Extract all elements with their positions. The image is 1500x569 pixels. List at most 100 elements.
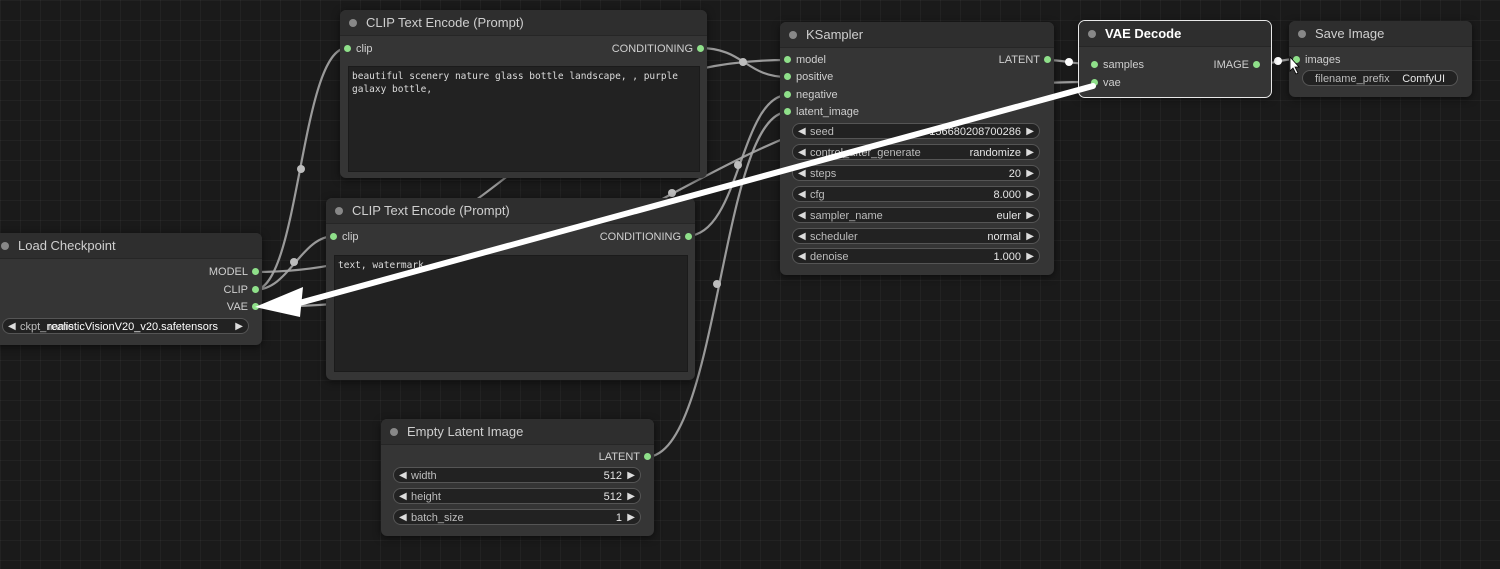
output-slot-dot[interactable] bbox=[1253, 61, 1260, 68]
input-slot-dot[interactable] bbox=[344, 45, 351, 52]
node-title-bar[interactable]: Load Checkpoint bbox=[0, 233, 262, 259]
node-title-bar[interactable]: CLIP Text Encode (Prompt) bbox=[326, 198, 695, 224]
node-title-bar[interactable]: Save Image bbox=[1289, 21, 1472, 47]
output-conditioning[interactable]: CONDITIONING bbox=[600, 229, 695, 245]
output-slot-dot[interactable] bbox=[697, 45, 704, 52]
output-model[interactable]: MODEL bbox=[209, 264, 262, 280]
save-image-node[interactable]: Save Image images filename_prefix ComfyU… bbox=[1289, 21, 1472, 97]
input-latent-image[interactable]: latent_image bbox=[780, 104, 859, 120]
input-samples[interactable]: samples bbox=[1087, 57, 1144, 73]
input-slot-dot[interactable] bbox=[1293, 56, 1300, 63]
filename-prefix-text-widget[interactable]: filename_prefix ComfyUI bbox=[1302, 70, 1458, 86]
ckpt-name-combo[interactable]: ◀ ckpt_name realisticVisionV20_v20.safet… bbox=[2, 318, 249, 334]
increment-arrow-icon[interactable]: ▶ bbox=[1026, 249, 1034, 263]
input-model[interactable]: model bbox=[780, 52, 826, 68]
increment-arrow-icon[interactable]: ▶ bbox=[1026, 208, 1034, 222]
node-collapse-dot[interactable] bbox=[789, 31, 797, 39]
height-number-widget[interactable]: ◀ height 512 ▶ bbox=[393, 488, 641, 504]
output-latent[interactable]: LATENT bbox=[999, 52, 1054, 68]
input-slot-dot[interactable] bbox=[1091, 79, 1098, 86]
decrement-arrow-icon[interactable]: ◀ bbox=[798, 124, 806, 138]
input-slot-dot[interactable] bbox=[784, 56, 791, 63]
increment-arrow-icon[interactable]: ▶ bbox=[627, 510, 635, 524]
steps-widget[interactable]: ◀ steps 20 ▶ bbox=[792, 165, 1040, 181]
node-title: Save Image bbox=[1315, 26, 1385, 41]
ksampler-node[interactable]: KSampler model positive negative latent_… bbox=[780, 22, 1054, 275]
node-title: Empty Latent Image bbox=[407, 424, 524, 439]
increment-arrow-icon[interactable]: ▶ bbox=[1026, 145, 1034, 159]
clip-text-encode-positive-node[interactable]: CLIP Text Encode (Prompt) clip CONDITION… bbox=[340, 10, 707, 178]
width-number-widget[interactable]: ◀ width 512 ▶ bbox=[393, 467, 641, 483]
input-vae[interactable]: vae bbox=[1087, 75, 1121, 91]
wire-clip-negative bbox=[253, 234, 336, 292]
decrement-arrow-icon[interactable]: ◀ bbox=[798, 208, 806, 222]
drag-arrowhead bbox=[255, 287, 303, 317]
increment-arrow-icon[interactable]: ▶ bbox=[627, 489, 635, 503]
increment-arrow-icon[interactable]: ▶ bbox=[235, 319, 243, 333]
prompt-textarea[interactable]: beautiful scenery nature glass bottle la… bbox=[348, 66, 700, 172]
decrement-arrow-icon[interactable]: ◀ bbox=[8, 319, 16, 333]
input-slot-dot[interactable] bbox=[784, 108, 791, 115]
output-slot-dot[interactable] bbox=[252, 286, 259, 293]
output-conditioning[interactable]: CONDITIONING bbox=[612, 41, 707, 57]
output-clip[interactable]: CLIP bbox=[224, 282, 262, 298]
output-slot-dot[interactable] bbox=[252, 303, 259, 310]
decrement-arrow-icon[interactable]: ◀ bbox=[399, 510, 407, 524]
output-slot-dot[interactable] bbox=[685, 233, 692, 240]
output-slot-dot[interactable] bbox=[644, 453, 651, 460]
empty-latent-image-node[interactable]: Empty Latent Image LATENT ◀ width 512 ▶ … bbox=[381, 419, 654, 536]
scheduler-widget[interactable]: ◀ scheduler normal ▶ bbox=[792, 228, 1040, 244]
node-title: VAE Decode bbox=[1105, 26, 1182, 41]
input-images[interactable]: images bbox=[1289, 52, 1340, 68]
increment-arrow-icon[interactable]: ▶ bbox=[627, 468, 635, 482]
decrement-arrow-icon[interactable]: ◀ bbox=[798, 145, 806, 159]
input-slot-dot[interactable] bbox=[1091, 61, 1098, 68]
node-title-bar[interactable]: KSampler bbox=[780, 22, 1054, 48]
node-collapse-dot[interactable] bbox=[349, 19, 357, 27]
increment-arrow-icon[interactable]: ▶ bbox=[1026, 229, 1034, 243]
input-negative[interactable]: negative bbox=[780, 87, 838, 103]
denoise-widget[interactable]: ◀ denoise 1.000 ▶ bbox=[792, 248, 1040, 264]
node-title: CLIP Text Encode (Prompt) bbox=[366, 15, 524, 30]
output-slot-dot[interactable] bbox=[252, 268, 259, 275]
vae-decode-node[interactable]: VAE Decode samples vae IMAGE bbox=[1078, 20, 1272, 98]
input-slot-dot[interactable] bbox=[784, 73, 791, 80]
output-image[interactable]: IMAGE bbox=[1214, 57, 1263, 73]
input-positive[interactable]: positive bbox=[780, 69, 833, 85]
output-latent[interactable]: LATENT bbox=[599, 449, 654, 465]
node-collapse-dot[interactable] bbox=[1, 242, 9, 250]
sampler-name-widget[interactable]: ◀ sampler_name euler ▶ bbox=[792, 207, 1040, 223]
node-collapse-dot[interactable] bbox=[335, 207, 343, 215]
decrement-arrow-icon[interactable]: ◀ bbox=[798, 249, 806, 263]
batch-size-number-widget[interactable]: ◀ batch_size 1 ▶ bbox=[393, 509, 641, 525]
increment-arrow-icon[interactable]: ▶ bbox=[1026, 187, 1034, 201]
seed-widget[interactable]: ◀ seed 156680208700286 ▶ bbox=[792, 123, 1040, 139]
node-collapse-dot[interactable] bbox=[1088, 30, 1096, 38]
input-slot-dot[interactable] bbox=[784, 91, 791, 98]
input-clip[interactable]: clip bbox=[340, 41, 373, 57]
prompt-textarea[interactable]: text, watermark bbox=[334, 255, 688, 372]
decrement-arrow-icon[interactable]: ◀ bbox=[798, 229, 806, 243]
input-slot-dot[interactable] bbox=[330, 233, 337, 240]
node-collapse-dot[interactable] bbox=[390, 428, 398, 436]
clip-text-encode-negative-node[interactable]: CLIP Text Encode (Prompt) clip CONDITION… bbox=[326, 198, 695, 380]
node-title-bar[interactable]: Empty Latent Image bbox=[381, 419, 654, 445]
node-title: Load Checkpoint bbox=[18, 238, 116, 253]
node-title-bar[interactable]: VAE Decode bbox=[1079, 21, 1271, 47]
node-title: CLIP Text Encode (Prompt) bbox=[352, 203, 510, 218]
wire-positive bbox=[698, 46, 789, 79]
input-clip[interactable]: clip bbox=[326, 229, 359, 245]
decrement-arrow-icon[interactable]: ◀ bbox=[399, 489, 407, 503]
decrement-arrow-icon[interactable]: ◀ bbox=[798, 166, 806, 180]
increment-arrow-icon[interactable]: ▶ bbox=[1026, 124, 1034, 138]
load-checkpoint-node[interactable]: Load Checkpoint MODEL CLIP VAE ◀ ckpt_na… bbox=[0, 233, 262, 345]
output-vae[interactable]: VAE bbox=[227, 299, 262, 315]
increment-arrow-icon[interactable]: ▶ bbox=[1026, 166, 1034, 180]
output-slot-dot[interactable] bbox=[1044, 56, 1051, 63]
node-title-bar[interactable]: CLIP Text Encode (Prompt) bbox=[340, 10, 707, 36]
cfg-widget[interactable]: ◀ cfg 8.000 ▶ bbox=[792, 186, 1040, 202]
decrement-arrow-icon[interactable]: ◀ bbox=[399, 468, 407, 482]
node-collapse-dot[interactable] bbox=[1298, 30, 1306, 38]
decrement-arrow-icon[interactable]: ◀ bbox=[798, 187, 806, 201]
control-after-generate-widget[interactable]: ◀ control_after_generate randomize ▶ bbox=[792, 144, 1040, 160]
